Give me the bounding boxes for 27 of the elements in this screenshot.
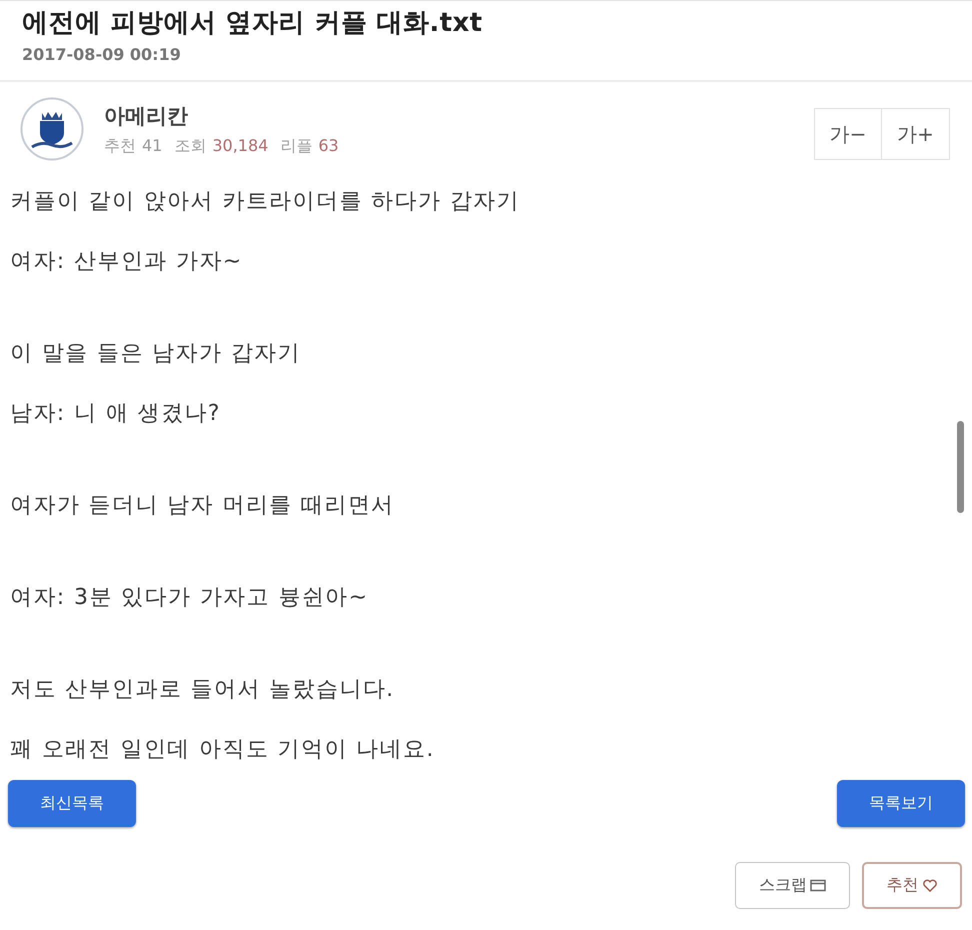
font-increase-button[interactable]: 가+ bbox=[882, 108, 950, 160]
scrap-button[interactable]: 스크랩 bbox=[735, 862, 850, 909]
stat-label: 조회 bbox=[174, 136, 206, 156]
heart-icon bbox=[922, 879, 938, 892]
window-icon bbox=[810, 879, 826, 892]
scrollbar-thumb[interactable] bbox=[957, 421, 964, 513]
body-text: 이 말을 들은 남자가 갑자기 bbox=[10, 340, 302, 368]
author-name[interactable]: 아메리칸 bbox=[104, 102, 814, 130]
stat-label: 추천 bbox=[104, 136, 136, 156]
avatar-icon bbox=[20, 97, 84, 161]
nav-button[interactable]: 목록보기 bbox=[837, 780, 965, 827]
body-text: 여자: 산부인과 가자~ bbox=[10, 248, 244, 276]
body-text: 꽤 오래전 일인데 아직도 기억이 나네요. bbox=[10, 736, 436, 764]
post-date: 2017-08-09 00:19 bbox=[22, 45, 182, 64]
nav-button[interactable]: 최신목록 bbox=[8, 780, 136, 827]
stat-value: 30,184 bbox=[212, 136, 268, 156]
stat-value: 63 bbox=[318, 136, 339, 156]
font-decrease-button[interactable]: 가− bbox=[814, 108, 882, 160]
stat-label: 리플 bbox=[280, 136, 312, 156]
post-title: 에전에 피방에서 옆자리 커플 대화.txt bbox=[22, 7, 484, 39]
stat-value: 41 bbox=[142, 136, 162, 156]
recommend-button[interactable]: 추천 bbox=[862, 862, 962, 909]
body-text: 여자: 3분 있다가 가자고 븅쉰아~ bbox=[10, 584, 370, 612]
body-text: 저도 산부인과로 들어서 놀랐습니다. bbox=[10, 676, 396, 704]
body-text: 남자: 니 애 생겼나? bbox=[10, 400, 222, 428]
body-text: 여자가 듣더니 남자 머리를 때리면서 bbox=[10, 492, 396, 520]
body-text: 커플이 같이 앉아서 카트라이더를 하다가 갑자기 bbox=[10, 188, 521, 216]
